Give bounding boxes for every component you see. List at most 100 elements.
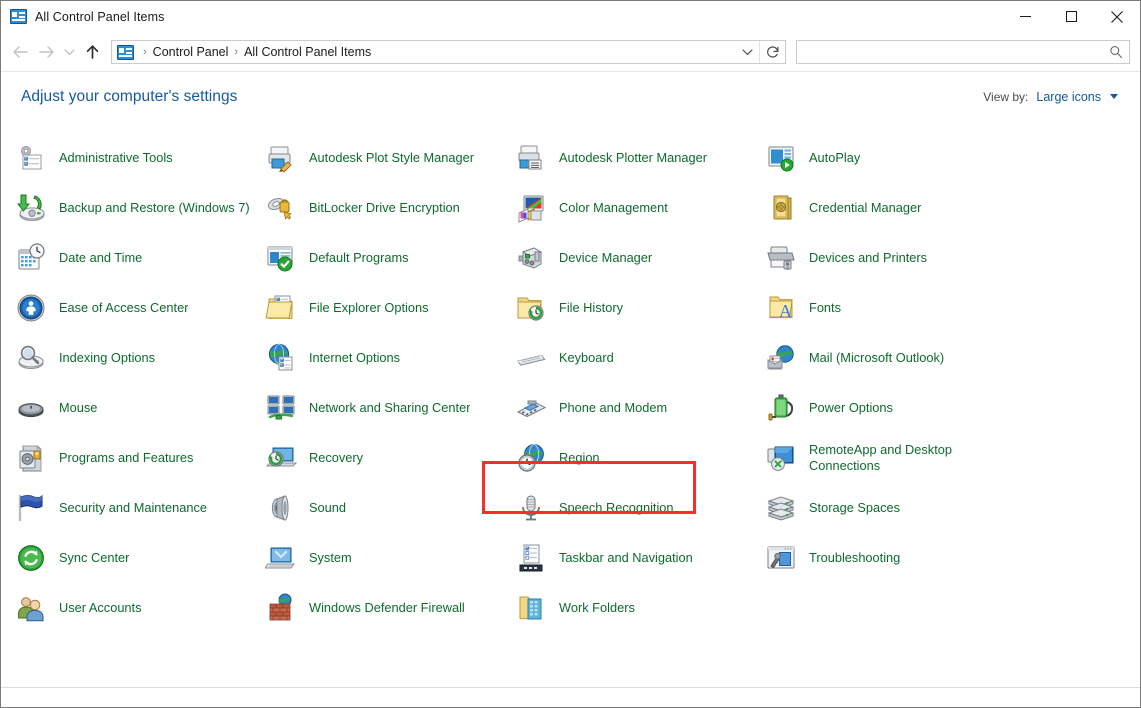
control-panel-item-internet-options[interactable]: Internet Options [265, 333, 515, 383]
recovery-icon [265, 442, 298, 474]
control-panel-item-bitlocker-drive-encryption[interactable]: BitLocker Drive Encryption [265, 183, 515, 233]
control-panel-item-label: Administrative Tools [59, 150, 173, 165]
navigation-bar: › Control Panel › All Control Panel Item… [1, 33, 1140, 71]
indexing-options-icon [15, 342, 47, 374]
control-panel-item-sync-center[interactable]: Sync Center [15, 533, 265, 583]
control-panel-item-programs-and-features[interactable]: Programs and Features [15, 433, 265, 483]
status-bar [1, 687, 1140, 707]
control-panel-item-default-programs[interactable]: Default Programs [265, 233, 515, 283]
control-panel-item-security-and-maintenance[interactable]: Security and Maintenance [15, 483, 265, 533]
chevron-down-icon[interactable] [1110, 94, 1118, 99]
control-panel-item-taskbar-and-navigation[interactable]: Taskbar and Navigation [515, 533, 765, 583]
color-management-icon [515, 192, 547, 224]
chevron-down-icon[interactable] [735, 41, 759, 63]
device-manager-icon [515, 242, 547, 274]
close-button[interactable] [1094, 1, 1140, 33]
control-panel-item-label: AutoPlay [809, 150, 861, 165]
control-panel-item-color-management[interactable]: Color Management [515, 183, 765, 233]
control-panel-item-label: Sound [309, 500, 347, 515]
up-button[interactable] [79, 39, 105, 65]
control-panel-item-backup-and-restore-windows-7[interactable]: Backup and Restore (Windows 7) [15, 183, 265, 233]
control-panel-item-speech-recognition[interactable]: Speech Recognition [515, 483, 765, 533]
control-panel-item-power-options[interactable]: Power Options [765, 383, 1015, 433]
control-panel-item-fonts[interactable]: A Fonts [765, 283, 1015, 333]
address-bar[interactable]: › Control Panel › All Control Panel Item… [111, 40, 786, 64]
control-panel-item-autodesk-plotter-manager[interactable]: Autodesk Plotter Manager [515, 133, 765, 183]
taskbar-navigation-icon [515, 542, 547, 574]
work-folders-icon [515, 592, 547, 624]
search-input[interactable] [805, 45, 1109, 59]
control-panel-item-keyboard[interactable]: Keyboard [515, 333, 765, 383]
control-panel-item-device-manager[interactable]: Device Manager [515, 233, 765, 283]
breadcrumb-item-control-panel[interactable]: Control Panel [153, 45, 229, 59]
control-panel-item-work-folders[interactable]: Work Folders [515, 583, 765, 633]
control-panel-item-label: Programs and Features [59, 450, 194, 465]
control-panel-item-mail-microsoft-outlook[interactable]: Mail (Microsoft Outlook) [765, 333, 1015, 383]
control-panel-item-devices-and-printers[interactable]: Devices and Printers [765, 233, 1015, 283]
troubleshooting-icon [765, 542, 797, 574]
control-panel-item-network-and-sharing-center[interactable]: Network and Sharing Center [265, 383, 515, 433]
control-panel-item-label: Indexing Options [59, 350, 156, 365]
forward-button[interactable] [33, 39, 59, 65]
control-panel-item-credential-manager[interactable]: Credential Manager [765, 183, 1015, 233]
view-by-value[interactable]: Large icons [1036, 90, 1101, 104]
control-panel-item-ease-of-access-center[interactable]: Ease of Access Center [15, 283, 265, 333]
mail-icon [765, 342, 797, 374]
control-panel-item-autoplay[interactable]: AutoPlay [765, 133, 1015, 183]
speech-recognition-icon [515, 492, 547, 524]
minimize-button[interactable] [1002, 1, 1048, 33]
control-panel-item-label: Fonts [809, 300, 842, 315]
control-panel-item-autodesk-plot-style-manager[interactable]: Autodesk Plot Style Manager [265, 133, 515, 183]
control-panel-item-label: Mouse [59, 400, 98, 415]
control-panel-item-label: Date and Time [59, 250, 143, 265]
system-icon [264, 542, 297, 574]
control-panel-item-label: Phone and Modem [559, 400, 668, 415]
control-panel-item-label: Devices and Printers [809, 250, 928, 265]
control-panel-item-file-explorer-options[interactable]: File Explorer Options [265, 283, 515, 333]
control-panel-item-troubleshooting[interactable]: Troubleshooting [765, 533, 1015, 583]
devices-printers-icon [765, 242, 797, 274]
control-panel-item-label: Mail (Microsoft Outlook) [809, 350, 945, 365]
control-panel-item-sound[interactable]: Sound [265, 483, 515, 533]
control-panel-item-region[interactable]: Region [515, 433, 765, 483]
control-panel-item-date-and-time[interactable]: Date and Time [15, 233, 265, 283]
recent-locations-button[interactable] [59, 39, 79, 65]
control-panel-item-file-history[interactable]: File History [515, 283, 765, 333]
region-icon [515, 442, 547, 474]
control-panel-items-grid: Administrative Tools Autodesk Plot Style … [1, 133, 1140, 633]
network-sharing-icon [265, 392, 297, 424]
keyboard-icon [515, 342, 547, 374]
maximize-button[interactable] [1048, 1, 1094, 33]
view-by-control[interactable]: View by: Large icons [983, 90, 1118, 104]
sound-icon [265, 492, 297, 524]
breadcrumb-separator-1[interactable]: › [228, 46, 244, 58]
back-button[interactable] [7, 39, 33, 65]
svg-text:r: r [781, 458, 783, 464]
refresh-icon[interactable] [759, 41, 785, 63]
breadcrumb-item-all-control-panel-items[interactable]: All Control Panel Items [244, 45, 371, 59]
search-box[interactable] [796, 40, 1130, 64]
plotter-manager-icon [515, 142, 547, 174]
control-panel-item-phone-and-modem[interactable]: Phone and Modem [515, 383, 765, 433]
control-panel-item-user-accounts[interactable]: User Accounts [15, 583, 265, 633]
control-panel-item-mouse[interactable]: Mouse [15, 383, 265, 433]
control-panel-item-label: Power Options [809, 400, 893, 415]
control-panel-item-indexing-options[interactable]: Indexing Options [15, 333, 265, 383]
plot-style-manager-icon [265, 142, 297, 174]
credential-manager-icon [765, 192, 797, 224]
control-panel-item-administrative-tools[interactable]: Administrative Tools [15, 133, 265, 183]
breadcrumb-control-panel-icon [117, 44, 134, 60]
control-panel-item-storage-spaces[interactable]: Storage Spaces [765, 483, 1015, 533]
control-panel-item-remoteapp-and-desktop-connections[interactable]: r RemoteApp and Desktop Connections [765, 433, 1015, 483]
search-icon[interactable] [1109, 45, 1123, 59]
window-controls [1002, 1, 1140, 33]
svg-text:A: A [779, 301, 792, 321]
control-panel-item-windows-defender-firewall[interactable]: Windows Defender Firewall [265, 583, 515, 633]
control-panel-item-label: System [309, 550, 352, 565]
default-programs-icon [265, 242, 297, 274]
control-panel-item-system[interactable]: System [264, 533, 515, 583]
control-panel-item-label: User Accounts [59, 600, 142, 615]
control-panel-item-label: Ease of Access Center [59, 300, 189, 315]
administrative-tools-icon [15, 142, 47, 174]
control-panel-item-recovery[interactable]: Recovery [265, 433, 515, 483]
